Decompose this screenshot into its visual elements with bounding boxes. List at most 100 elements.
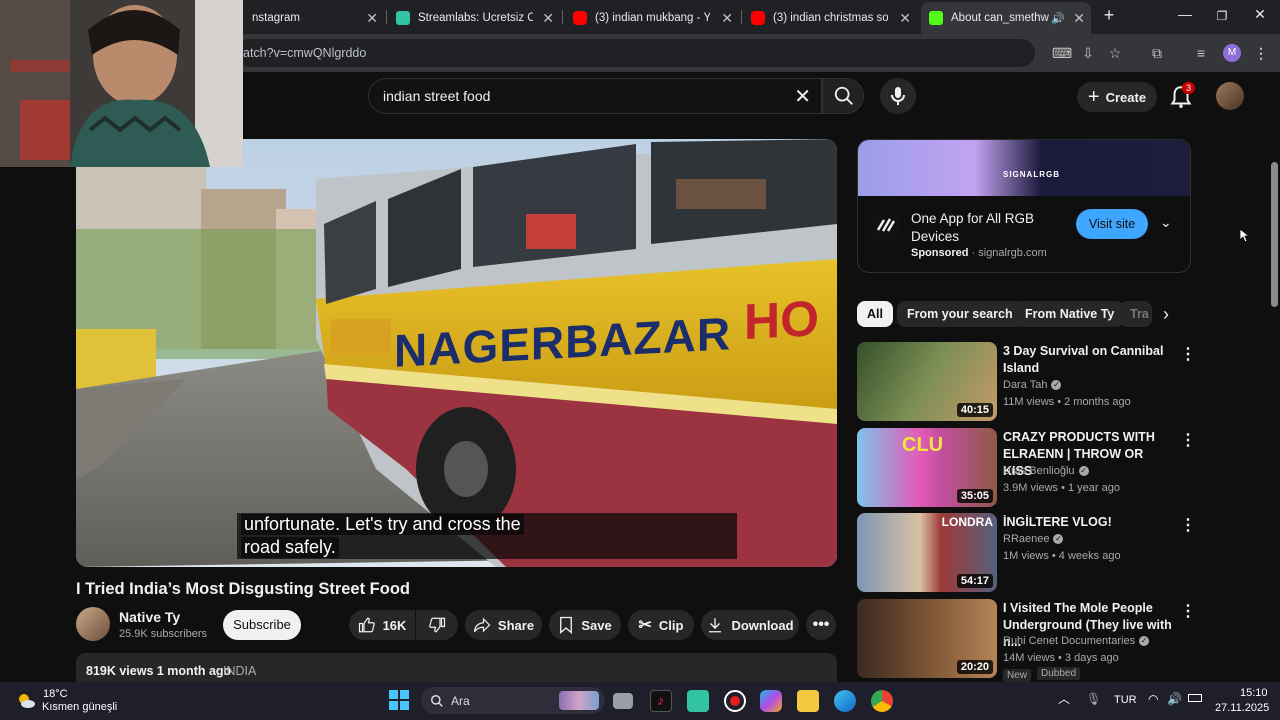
tab-title: (3) indian mukbang - YouT [595,12,710,24]
more-vertical-icon[interactable]: ⋮ [1180,601,1196,621]
recommendation-item[interactable]: 35:05 CLU CRAZY PRODUCTS WITH ELRAENN | … [857,428,1196,508]
more-vertical-icon[interactable]: ⋮ [1180,344,1196,364]
speaker-icon[interactable]: 🔊 [1051,12,1065,25]
tab-streamlabs[interactable]: Streamlabs: Ücretsiz Canlı ✕ [388,4,560,32]
tab-kick-active[interactable]: About can_smethw - W 🔊 ✕ [921,2,1091,34]
scrollbar-thumb[interactable] [1271,162,1278,307]
video-thumbnail[interactable]: 35:05 CLU [857,428,997,507]
bookmark-star-icon[interactable]: ☆ [1106,44,1124,62]
chevron-down-icon[interactable]: ⌄ [1160,214,1172,231]
record-icon[interactable] [724,690,746,712]
save-button[interactable]: Save [549,610,621,640]
chrome-browser-icon[interactable] [871,690,893,712]
channel-name[interactable]: Native Ty [119,609,180,625]
share-label: Share [497,617,535,633]
sponsored-ad-card[interactable]: SIGNALRGB One App for All RGB Devices Sp… [857,139,1191,273]
thumbnail-overlay-text: CLU [902,434,944,456]
extensions-icon[interactable]: ⧉ [1148,44,1166,62]
video-thumbnail[interactable]: 40:15 [857,342,997,421]
windows-start-icon[interactable] [389,690,409,710]
share-button[interactable]: Share [465,610,542,640]
close-icon[interactable]: ✕ [899,10,911,27]
recommendation-meta: 3.9M views • 1 year ago [1003,482,1120,494]
file-explorer-icon[interactable] [797,690,819,712]
media-control-icon[interactable]: ≡ [1192,44,1210,62]
channel-subscribers: 25.9K subscribers [119,628,208,640]
recommendation-item[interactable]: 20:20 I Visited The Mole People Undergro… [857,599,1196,682]
streamlabs-icon [396,11,410,25]
translate-icon[interactable]: ⌨ [1052,44,1072,62]
maximize-button[interactable]: ❐ [1207,9,1237,23]
search-input[interactable]: indian street food ✕ [368,78,822,114]
wifi-icon[interactable]: ◠ [1148,692,1158,706]
create-label: Create [1105,89,1147,105]
dislike-button[interactable] [416,610,458,640]
thumbnail-overlay-text: LONDRA [941,515,993,529]
more-actions-button[interactable]: ••• [806,610,836,640]
subscribe-button[interactable]: Subscribe [223,610,301,640]
tab-youtube-christmas[interactable]: (3) indian christmas song - ✕ [743,4,917,32]
new-tab-button[interactable]: + [1094,5,1124,26]
profile-avatar[interactable]: M [1223,44,1241,62]
taskbar-search-input[interactable]: Ara [421,687,605,714]
battery-icon[interactable] [1188,694,1202,702]
tab-instagram[interactable]: nstagram ✕ [244,4,384,32]
voice-search-button[interactable] [880,78,916,114]
browser-menu-icon[interactable]: ⋮ [1252,44,1270,62]
recommendation-item[interactable]: 54:17 LONDRA İNGİLTERE VLOG! RRaenee ✓ 1M… [857,513,1196,593]
like-button[interactable]: 16K [349,610,415,640]
video-duration: 40:15 [956,403,993,417]
page-scrollbar[interactable] [1268,72,1280,682]
video-thumbnail[interactable]: 54:17 LONDRA [857,513,997,592]
visit-site-button[interactable]: Visit site [1076,209,1148,239]
channel-avatar[interactable] [76,607,110,641]
video-hashtag[interactable]: INDIA [223,664,256,678]
clock-date[interactable]: 27.11.2025 [1215,702,1269,714]
create-button[interactable]: + Create [1077,82,1157,112]
copilot-icon[interactable] [760,690,782,712]
close-icon[interactable]: ✕ [721,10,733,27]
description-box[interactable]: 819K views 1 month ago INDIA [76,653,837,683]
clock-time[interactable]: 15:10 [1240,687,1268,699]
scissors-icon: ✂ [638,617,652,634]
clear-search-icon[interactable]: ✕ [794,84,811,109]
volume-icon[interactable]: 🔊 [1167,692,1182,706]
recommendation-item[interactable]: 40:15 3 Day Survival on Cannibal Island … [857,342,1196,422]
weather-sun-cloud-icon[interactable] [16,691,36,711]
video-duration: 35:05 [956,489,993,503]
recommendation-title: İNGİLTERE VLOG! [1003,515,1112,529]
close-icon[interactable]: ✕ [542,10,554,27]
download-button[interactable]: Download [701,610,799,640]
input-language[interactable]: TUR [1114,694,1137,706]
kick-icon [929,11,943,25]
close-icon[interactable]: ✕ [366,10,378,27]
task-view-icon[interactable] [613,693,633,709]
tiktok-icon[interactable]: ♪ [650,690,672,712]
more-vertical-icon[interactable]: ⋮ [1180,515,1196,535]
minimize-button[interactable]: — [1170,6,1200,22]
tab-youtube-mukbang[interactable]: (3) indian mukbang - YouT ✕ [565,4,739,32]
video-player[interactable]: NAGERBAZAR HO unfortunate. Let's try and… [76,139,837,567]
close-icon[interactable]: ✕ [1073,10,1085,27]
chip-all[interactable]: All [857,301,893,327]
like-count: 16K [382,617,407,633]
more-vertical-icon[interactable]: ⋮ [1180,430,1196,450]
account-avatar[interactable] [1216,82,1244,110]
url-input[interactable]: atch?v=cmwQNlgrddo [235,39,1035,67]
chip-more[interactable]: Tra [1120,301,1152,327]
video-thumbnail[interactable]: 20:20 [857,599,997,678]
recommendation-channel: Ruhi Cenet Documentaries ✓ [1003,635,1150,647]
streamlabs-taskbar-icon[interactable] [687,690,709,712]
verified-icon: ✓ [1053,534,1064,545]
thumbs-up-icon [358,617,375,633]
search-button[interactable] [822,78,864,114]
chip-from-your-search[interactable]: From your search [897,301,1023,327]
edge-browser-icon[interactable] [834,690,856,712]
chevron-right-icon[interactable]: › [1163,304,1169,325]
chip-from-channel[interactable]: From Native Ty [1015,301,1125,327]
microphone-tray-icon[interactable]: 🎙 [1086,692,1101,706]
install-app-icon[interactable]: ⇩ [1079,44,1097,62]
clip-button[interactable]: ✂ Clip [628,610,694,640]
chevron-up-icon[interactable]: ︿ [1058,690,1070,707]
window-close-button[interactable]: ✕ [1245,6,1275,23]
